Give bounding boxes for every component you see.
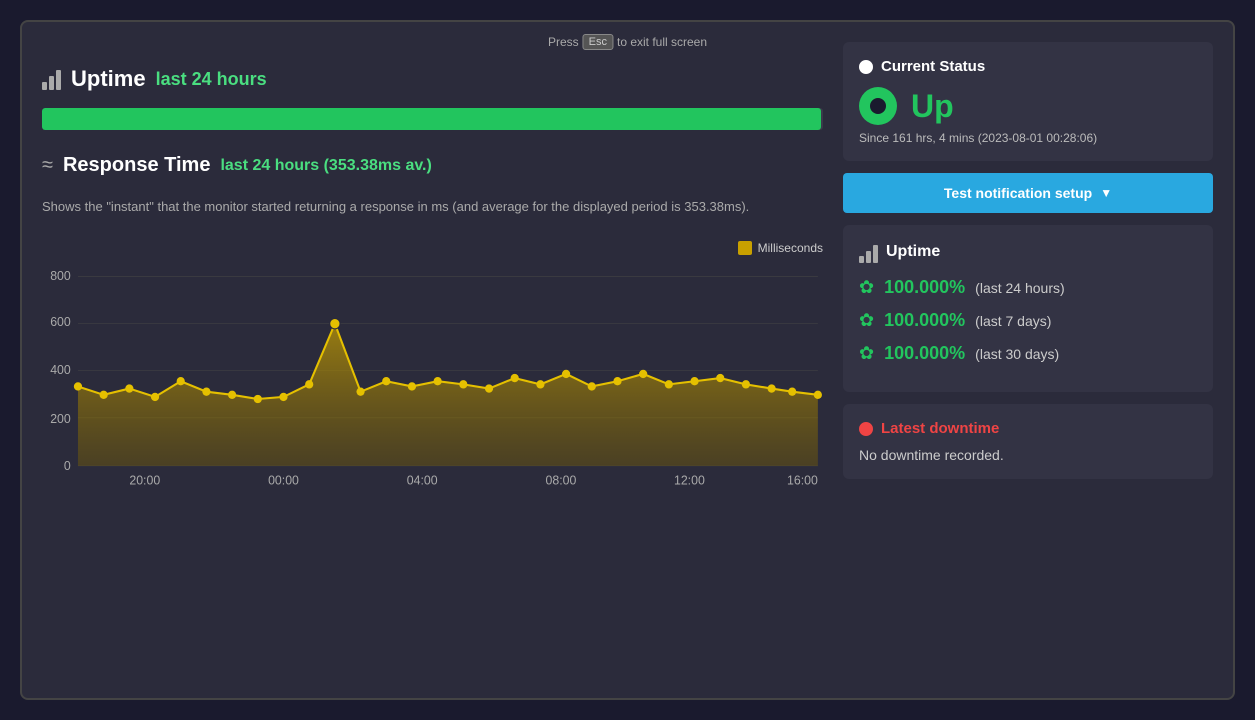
squiggle-icon: ≈: [42, 154, 53, 177]
uptime-bar-container: [42, 108, 823, 130]
svg-text:16:00: 16:00: [787, 473, 818, 487]
current-status-card: Current Status Up Since 161 hrs, 4 mins …: [843, 42, 1213, 161]
latest-downtime-card: Latest downtime No downtime recorded.: [843, 404, 1213, 479]
svg-text:600: 600: [50, 314, 71, 328]
esc-key: Esc: [583, 34, 613, 50]
response-subtitle: last 24 hours (353.38ms av.): [220, 157, 431, 175]
uptime-bar-fill: [42, 108, 821, 130]
uptime-header: Uptime last 24 hours: [42, 66, 823, 92]
right-panel: Current Status Up Since 161 hrs, 4 mins …: [843, 42, 1213, 678]
chart-container: Milliseconds 800 600 400 200 0: [42, 241, 823, 501]
current-status-dot: [859, 60, 873, 74]
svg-text:00:00: 00:00: [268, 473, 299, 487]
response-time-chart: 800 600 400 200 0: [42, 261, 823, 491]
uptime-subtitle: last 24 hours: [156, 69, 267, 90]
svg-text:200: 200: [50, 411, 71, 425]
uptime-pct-30d: 100.000%: [884, 343, 965, 364]
uptime-period-24h: (last 24 hours): [975, 280, 1064, 296]
left-panel: Uptime last 24 hours ≈ Response Time las…: [42, 42, 823, 678]
status-since-text: Since 161 hrs, 4 mins (2023-08-01 00:28:…: [859, 131, 1197, 145]
status-up-icon: [859, 87, 897, 125]
svg-text:400: 400: [50, 362, 71, 376]
main-container: Press Esc to exit full screen Uptime las…: [20, 20, 1235, 700]
test-notification-label: Test notification setup: [944, 185, 1092, 201]
svg-text:20:00: 20:00: [129, 473, 160, 487]
fullscreen-hint: Press Esc to exit full screen: [548, 34, 707, 50]
hint-text: to exit full screen: [617, 35, 707, 49]
star-icon-7d: ✿: [859, 310, 874, 331]
dropdown-arrow-icon: ▼: [1100, 186, 1112, 200]
uptime-pct-7d: 100.000%: [884, 310, 965, 331]
uptime-card-title: Uptime: [859, 241, 1197, 263]
legend-label: Milliseconds: [758, 241, 823, 255]
uptime-card: Uptime ✿ 100.000% (last 24 hours) ✿ 100.…: [843, 225, 1213, 392]
svg-text:12:00: 12:00: [674, 473, 705, 487]
press-text: Press: [548, 35, 579, 49]
uptime-stat-30d: ✿ 100.000% (last 30 days): [859, 343, 1197, 364]
downtime-message: No downtime recorded.: [859, 447, 1197, 463]
svg-text:800: 800: [50, 268, 71, 282]
uptime-stat-7d: ✿ 100.000% (last 7 days): [859, 310, 1197, 331]
uptime-title: Uptime: [71, 66, 146, 92]
svg-text:0: 0: [64, 458, 71, 472]
response-title: Response Time: [63, 154, 210, 177]
svg-text:04:00: 04:00: [407, 473, 438, 487]
uptime-period-30d: (last 30 days): [975, 346, 1059, 362]
downtime-title: Latest downtime: [859, 420, 1197, 437]
svg-text:08:00: 08:00: [546, 473, 577, 487]
response-header: ≈ Response Time last 24 hours (353.38ms …: [42, 154, 823, 177]
star-icon-30d: ✿: [859, 343, 874, 364]
uptime-bar-icon: [859, 241, 878, 263]
current-status-title: Current Status: [859, 58, 1197, 75]
bar-chart-icon: [42, 68, 61, 90]
uptime-period-7d: (last 7 days): [975, 313, 1051, 329]
downtime-dot: [859, 422, 873, 436]
uptime-pct-24h: 100.000%: [884, 277, 965, 298]
status-up-row: Up: [859, 87, 1197, 125]
status-up-label: Up: [911, 88, 954, 125]
test-notification-button[interactable]: Test notification setup ▼: [843, 173, 1213, 213]
uptime-stat-24h: ✿ 100.000% (last 24 hours): [859, 277, 1197, 298]
legend-color-box: [738, 241, 752, 255]
chart-legend: Milliseconds: [42, 241, 823, 255]
response-description: Shows the "instant" that the monitor sta…: [42, 197, 823, 217]
star-icon-24h: ✿: [859, 277, 874, 298]
